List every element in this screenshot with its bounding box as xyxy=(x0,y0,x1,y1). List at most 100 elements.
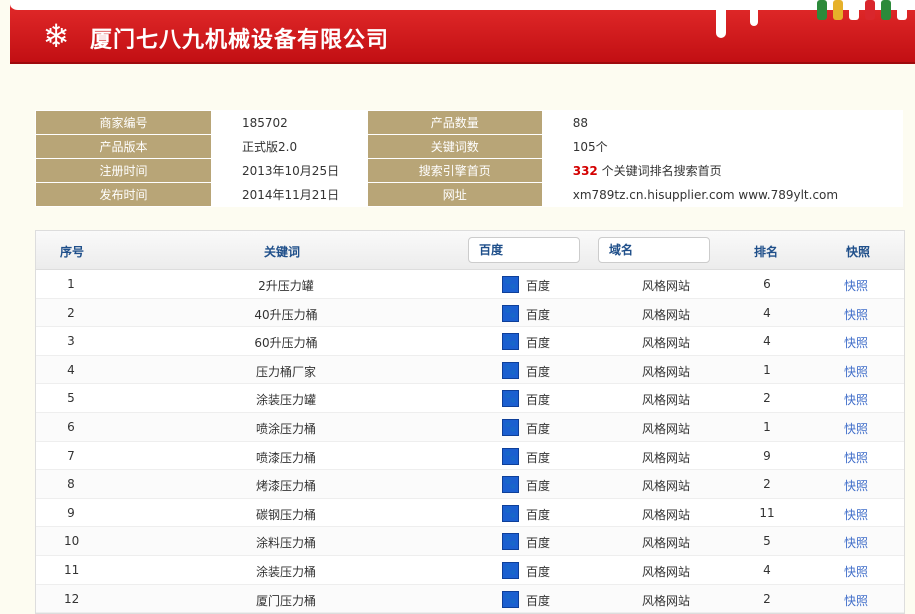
gift-decoration xyxy=(697,0,915,26)
cell-engine: 百度 xyxy=(526,307,551,322)
info-row: 发布时间 2014年11月21日 网址 xm789tz.cn.hisupplie… xyxy=(35,182,904,207)
search-homepage-value: 332 个关键词排名搜索首页 xyxy=(541,158,904,183)
cell-rank: 2 xyxy=(763,591,771,606)
table-row: 🐾 1 2升压力罐 百度 风格网站 6 快照 xyxy=(36,270,904,299)
cell-domain: 风格网站 xyxy=(641,364,690,379)
info-value: 105个 xyxy=(541,134,904,159)
keyword-count: 332 xyxy=(572,164,598,178)
site-header: ❄ 厦门七八九机械设备有限公司 xyxy=(10,0,915,64)
col-no: 序号 xyxy=(60,245,85,259)
col-keyword: 关键词 xyxy=(264,245,301,259)
table-row: 🐾 10 涂料压力桶 百度 风格网站 5 快照 xyxy=(36,527,904,556)
snowflake-icon: ❄ xyxy=(42,17,70,55)
cell-domain: 风格网站 xyxy=(641,421,690,436)
table-row: 🐾 3 60升压力桶 百度 风格网站 4 快照 xyxy=(36,327,904,356)
snapshot-link[interactable]: 快照 xyxy=(844,477,874,494)
cell-no: 6 xyxy=(67,419,75,434)
col-rank: 排名 xyxy=(754,245,779,259)
cell-no: 12 xyxy=(64,591,80,606)
cell-engine: 百度 xyxy=(526,393,551,408)
snapshot-link[interactable]: 快照 xyxy=(844,306,874,323)
table-row: 🐾 6 喷涂压力桶 百度 风格网站 1 快照 xyxy=(36,412,904,442)
info-value: 88 xyxy=(541,110,904,135)
cell-keyword: 2升压力罐 xyxy=(258,279,314,293)
table-row: 🐾 11 涂装压力桶 百度 风格网站 4 快照 xyxy=(36,556,904,585)
cell-engine: 百度 xyxy=(526,364,551,379)
baidu-paw-icon: 🐾 xyxy=(502,361,519,379)
cell-rank: 5 xyxy=(763,534,771,549)
cell-engine: 百度 xyxy=(526,279,551,293)
cell-no: 4 xyxy=(67,362,75,377)
info-label: 网址 xyxy=(366,182,543,207)
website-link[interactable]: xm789tz.cn.hisupplier.com www.789ylt.com xyxy=(541,182,904,207)
cell-keyword: 涂料压力桶 xyxy=(255,536,316,551)
info-value: 正式版2.0 xyxy=(211,134,368,159)
cell-engine: 百度 xyxy=(526,421,551,436)
cell-no: 3 xyxy=(67,334,75,349)
snapshot-link[interactable]: 快照 xyxy=(844,506,874,523)
cell-keyword: 60升压力桶 xyxy=(254,336,318,351)
snapshot-link[interactable]: 快照 xyxy=(844,534,874,551)
cell-rank: 9 xyxy=(763,448,771,463)
snapshot-link[interactable]: 快照 xyxy=(844,592,874,609)
snapshot-link[interactable]: 快照 xyxy=(844,363,874,380)
cell-keyword: 烤漆压力桶 xyxy=(255,479,316,494)
table-row: 🐾 9 碳钢压力桶 百度 风格网站 11 快照 xyxy=(36,499,904,528)
snapshot-link[interactable]: 快照 xyxy=(844,334,874,351)
snapshot-link[interactable]: 快照 xyxy=(844,563,874,580)
snapshot-link[interactable]: 快照 xyxy=(844,420,874,437)
table-row: 🐾 12 厦门压力桶 百度 风格网站 2 快照 xyxy=(36,584,904,614)
baidu-paw-icon: 🐾 xyxy=(502,590,519,608)
cell-domain: 风格网站 xyxy=(641,536,690,551)
col-snapshot: 快照 xyxy=(846,245,871,259)
info-value: 2014年11月21日 xyxy=(211,182,368,207)
cell-engine: 百度 xyxy=(526,479,551,494)
cell-rank: 6 xyxy=(763,277,771,291)
cell-no: 8 xyxy=(67,477,75,492)
info-label: 商家编号 xyxy=(35,110,212,135)
cell-domain: 风格网站 xyxy=(641,479,690,494)
cell-engine: 百度 xyxy=(526,507,551,522)
baidu-paw-icon: 🐾 xyxy=(502,418,519,436)
cell-keyword: 碳钢压力桶 xyxy=(255,507,316,522)
info-value: 185702 xyxy=(211,110,368,135)
info-label: 产品版本 xyxy=(35,134,212,159)
snapshot-link[interactable]: 快照 xyxy=(844,449,874,466)
snapshot-link[interactable]: 快照 xyxy=(844,277,874,294)
baidu-paw-icon: 🐾 xyxy=(502,447,519,465)
info-row: 产品版本 正式版2.0 关键词数 105个 xyxy=(35,134,904,159)
table-row: 🐾 8 烤漆压力桶 百度 风格网站 2 快照 xyxy=(36,470,904,499)
cell-domain: 风格网站 xyxy=(641,593,690,608)
snapshot-link[interactable]: 快照 xyxy=(844,391,874,408)
cell-domain: 风格网站 xyxy=(641,564,690,579)
cell-domain: 风格网站 xyxy=(641,279,690,293)
cell-keyword: 涂装压力桶 xyxy=(255,564,316,579)
engine-select[interactable]: 百度 xyxy=(468,237,580,263)
cell-rank: 1 xyxy=(763,362,771,377)
baidu-paw-icon: 🐾 xyxy=(502,476,519,494)
cell-engine: 百度 xyxy=(526,450,551,465)
cell-rank: 1 xyxy=(763,419,771,434)
info-label: 产品数量 xyxy=(366,110,543,135)
domain-select[interactable]: 域名 xyxy=(598,237,710,263)
cell-rank: 4 xyxy=(763,562,771,577)
cell-keyword: 喷漆压力桶 xyxy=(255,450,316,465)
cell-keyword: 涂装压力罐 xyxy=(255,393,316,408)
cell-domain: 风格网站 xyxy=(641,507,690,522)
cell-engine: 百度 xyxy=(526,336,551,351)
table-row: 🐾 5 涂装压力罐 百度 风格网站 2 快照 xyxy=(36,384,904,413)
cell-domain: 风格网站 xyxy=(641,307,690,322)
baidu-paw-icon: 🐾 xyxy=(502,304,519,322)
baidu-paw-icon: 🐾 xyxy=(502,504,519,522)
cell-rank: 2 xyxy=(763,477,771,492)
table-row: 🐾 2 40升压力桶 百度 风格网站 4 快照 xyxy=(36,298,904,328)
cell-no: 5 xyxy=(67,391,75,406)
cell-keyword: 40升压力桶 xyxy=(254,307,318,322)
cell-no: 1 xyxy=(67,277,75,291)
cell-rank: 11 xyxy=(759,505,775,520)
baidu-paw-icon: 🐾 xyxy=(502,390,519,408)
keyword-count-text: 个关键词排名搜索首页 xyxy=(601,164,722,178)
cell-engine: 百度 xyxy=(526,564,551,579)
info-label: 发布时间 xyxy=(35,182,212,207)
cell-rank: 2 xyxy=(763,391,771,406)
